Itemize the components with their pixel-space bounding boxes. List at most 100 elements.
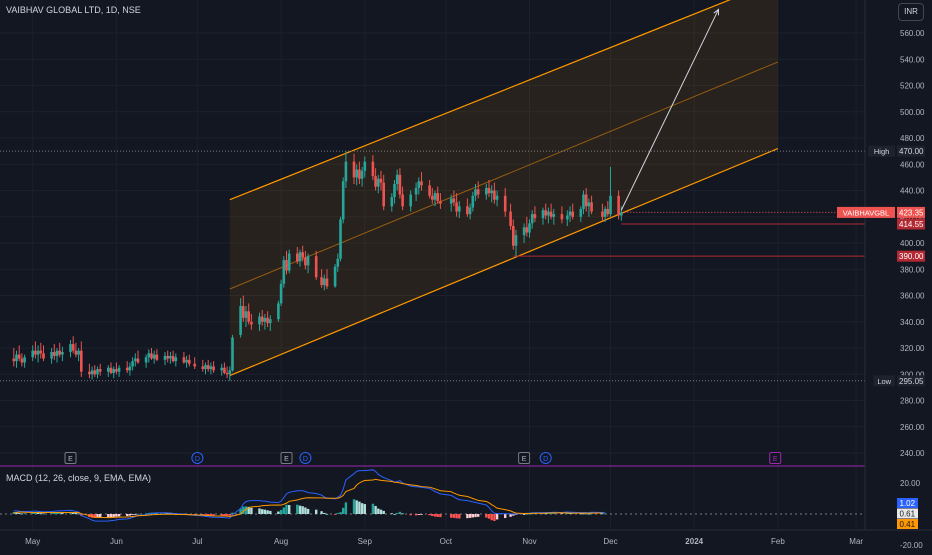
candle-body[interactable] (571, 211, 574, 217)
candle-body[interactable] (188, 359, 191, 364)
candle-body[interactable] (298, 252, 302, 262)
candle-body[interactable] (169, 355, 172, 359)
candle-body[interactable] (606, 208, 610, 215)
candle-body[interactable] (152, 354, 156, 359)
candle-body[interactable] (493, 190, 496, 200)
candle-body[interactable] (590, 202, 593, 212)
candle-body[interactable] (601, 211, 604, 217)
candle-body[interactable] (204, 365, 207, 370)
candle-body[interactable] (304, 257, 307, 266)
candle-body[interactable] (163, 355, 167, 360)
candle-body[interactable] (90, 370, 94, 375)
candle-body[interactable] (560, 214, 564, 220)
candle-body[interactable] (231, 337, 234, 371)
candle-body[interactable] (166, 355, 169, 359)
candle-body[interactable] (15, 354, 18, 362)
candle-body[interactable] (171, 355, 175, 362)
candle-body[interactable] (212, 366, 215, 371)
candle-body[interactable] (582, 194, 585, 209)
candle-body[interactable] (53, 351, 56, 356)
candle-body[interactable] (490, 190, 493, 194)
candle-body[interactable] (193, 363, 196, 367)
candle-body[interactable] (209, 366, 213, 370)
candle-body[interactable] (88, 371, 91, 375)
candle-body[interactable] (455, 202, 458, 212)
candle-body[interactable] (417, 181, 421, 188)
candle-body[interactable] (320, 277, 323, 286)
candle-body[interactable] (525, 227, 529, 233)
candle-body[interactable] (269, 319, 272, 324)
candle-body[interactable] (301, 252, 304, 258)
candle-body[interactable] (23, 357, 26, 363)
candle-body[interactable] (409, 194, 412, 207)
candle-body[interactable] (182, 357, 186, 363)
candle-body[interactable] (31, 350, 34, 358)
candle-body[interactable] (414, 187, 418, 195)
candle-body[interactable] (377, 178, 380, 187)
candle-body[interactable] (296, 253, 299, 262)
candle-body[interactable] (325, 278, 329, 287)
candle-body[interactable] (247, 311, 250, 322)
candle-body[interactable] (74, 350, 78, 355)
candle-body[interactable] (128, 366, 132, 371)
candle-body[interactable] (474, 189, 477, 196)
candle-body[interactable] (117, 367, 121, 372)
candle-body[interactable] (125, 367, 129, 371)
candle-body[interactable] (314, 256, 318, 278)
candle-body[interactable] (42, 353, 45, 359)
candle-body[interactable] (433, 193, 437, 200)
candle-body[interactable] (258, 316, 261, 325)
candle-body[interactable] (250, 321, 253, 325)
candle-body[interactable] (174, 357, 178, 362)
candle-body[interactable] (96, 369, 99, 375)
candle-body[interactable] (552, 214, 556, 217)
candle-body[interactable] (587, 202, 591, 207)
candle-body[interactable] (471, 195, 475, 208)
candle-body[interactable] (549, 211, 553, 217)
candle-body[interactable] (344, 161, 348, 182)
candle-body[interactable] (277, 303, 280, 320)
candle-body[interactable] (487, 187, 491, 194)
candle-body[interactable] (201, 366, 205, 370)
candle-body[interactable] (71, 344, 75, 351)
candle-body[interactable] (609, 195, 612, 215)
candle-body[interactable] (428, 185, 431, 196)
candle-body[interactable] (206, 365, 210, 370)
candle-body[interactable] (468, 207, 472, 215)
candle-body[interactable] (533, 214, 537, 219)
currency-selector[interactable]: INR (898, 3, 924, 21)
candle-body[interactable] (185, 359, 188, 363)
candle-body[interactable] (147, 353, 151, 358)
candle-body[interactable] (439, 201, 442, 204)
candle-body[interactable] (382, 182, 385, 207)
candle-body[interactable] (398, 174, 402, 195)
candle-body[interactable] (55, 350, 59, 356)
candle-body[interactable] (512, 225, 515, 246)
candle-body[interactable] (98, 369, 102, 372)
candle-body[interactable] (617, 195, 620, 216)
candle-body[interactable] (495, 195, 499, 200)
candle-body[interactable] (80, 350, 83, 372)
candle-body[interactable] (131, 361, 134, 367)
candle-body[interactable] (109, 367, 113, 373)
candle-body[interactable] (485, 187, 488, 195)
candle-body[interactable] (12, 358, 16, 362)
candle-body[interactable] (150, 353, 153, 359)
candle-body[interactable] (431, 195, 434, 200)
candle-body[interactable] (17, 354, 21, 359)
candle-body[interactable] (547, 211, 550, 216)
candle-body[interactable] (579, 208, 583, 217)
candle-body[interactable] (603, 208, 607, 217)
candle-body[interactable] (242, 306, 245, 318)
candle-body[interactable] (393, 183, 396, 198)
candle-body[interactable] (223, 367, 226, 373)
candle-body[interactable] (144, 357, 148, 363)
candle-body[interactable] (371, 161, 375, 177)
candle-body[interactable] (420, 181, 423, 186)
candle-body[interactable] (136, 358, 140, 363)
candle-body[interactable] (620, 212, 623, 216)
candle-body[interactable] (287, 253, 291, 271)
candle-body[interactable] (352, 161, 356, 178)
candle-body[interactable] (260, 316, 264, 322)
candle-body[interactable] (541, 210, 545, 219)
